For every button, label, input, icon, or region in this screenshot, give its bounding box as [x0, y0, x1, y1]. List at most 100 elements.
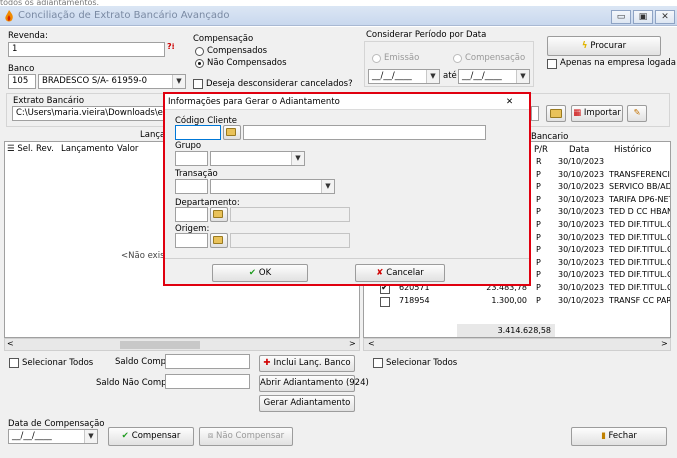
radio-emissao-label: Emissão	[384, 53, 420, 63]
radio-nao-compensados-label: Não Compensados	[207, 58, 287, 68]
desconsiderar-checkbox[interactable]	[193, 79, 203, 89]
row-data: 30/10/2023	[558, 169, 605, 179]
apenas-empresa-checkbox[interactable]	[547, 59, 557, 69]
codigo-cliente-lookup-button[interactable]	[223, 125, 241, 140]
row-data: 30/10/2023	[558, 219, 605, 229]
row-data: 30/10/2023	[558, 282, 605, 292]
folder-icon	[550, 109, 562, 118]
origem-code-input[interactable]	[175, 233, 208, 248]
saldo-nao-comp-input[interactable]	[165, 374, 250, 389]
row-data: 30/10/2023	[558, 232, 605, 242]
radio-compensacao-periodo-label: Compensação	[465, 53, 526, 63]
departamento-code-input[interactable]	[175, 207, 208, 222]
radio-nao-compensados[interactable]	[195, 59, 204, 68]
extrato-path-input[interactable]: C:\Users\maria.vieira\Downloads\ext_23	[12, 106, 167, 121]
grupo-code-input[interactable]	[175, 151, 208, 166]
importar-button[interactable]: ▦ Importar	[571, 105, 623, 122]
banco-select[interactable]: BRADESCO S/A- 61959-0 ▼	[38, 74, 186, 89]
row-data: 30/10/2023	[558, 194, 605, 204]
scroll-right-icon[interactable]: >	[661, 339, 668, 348]
scroll-right-icon[interactable]: >	[349, 339, 356, 348]
cliente-name-input[interactable]	[243, 125, 486, 140]
selecionar-todos-left-label: Selecionar Todos	[22, 358, 94, 368]
col-historico-header[interactable]: Histórico	[614, 145, 651, 155]
data-compensacao-value: __/__/____	[12, 431, 52, 441]
folder-icon	[226, 128, 236, 136]
col-pr-header[interactable]: P/R	[534, 145, 548, 155]
folder-icon	[213, 210, 223, 218]
revenda-label: Revenda:	[8, 31, 48, 41]
table-row[interactable]: 718954 1.300,00 P 30/10/2023 TRANSF CC PARA	[364, 295, 670, 308]
data-compensacao-input[interactable]: __/__/____ ▼	[8, 429, 98, 444]
transacao-select[interactable]: ▼	[210, 179, 335, 194]
row-data: 30/10/2023	[558, 257, 605, 267]
row-data: 30/10/2023	[558, 270, 605, 280]
selecionar-todos-right-label: Selecionar Todos	[386, 358, 458, 368]
periodo-from-input[interactable]: __/__/____ ▼	[368, 69, 440, 84]
dialog-cancel-button[interactable]: ✘ Cancelar	[355, 264, 445, 282]
incluir-lancamento-button[interactable]: ✚ Inclui Lanç. Banco	[259, 355, 355, 372]
fechar-label: Fechar	[608, 431, 637, 441]
banco-label: Banco	[8, 64, 35, 74]
scroll-left-icon[interactable]: <	[7, 339, 14, 348]
row-pr: P	[536, 295, 541, 305]
revenda-search-icon[interactable]: ?⁞	[167, 42, 182, 57]
nao-compensar-button[interactable]: ⧈ Não Compensar	[199, 427, 293, 446]
close-button[interactable]: ✕	[655, 10, 675, 24]
chevron-down-icon: ▼	[291, 152, 304, 165]
col-lancamento-header[interactable]: Lançamento	[61, 144, 114, 154]
dialog-close-icon[interactable]: ✕	[506, 94, 513, 110]
saldo-comp-input[interactable]	[165, 354, 250, 369]
calendar-dropdown-icon: ▼	[516, 70, 529, 83]
procurar-button[interactable]: ϟ Procurar	[547, 36, 661, 56]
origem-lookup-button[interactable]	[210, 233, 228, 248]
row-pr: P	[536, 219, 541, 229]
right-horizontal-scrollbar[interactable]: < >	[363, 338, 671, 351]
dialog-ok-label: OK	[258, 268, 272, 278]
dialog-ok-button[interactable]: ✔ OK	[212, 264, 308, 282]
minimize-button[interactable]: ▭	[611, 10, 631, 24]
fechar-button[interactable]: ▮ Fechar	[571, 427, 667, 446]
revenda-input[interactable]: 1	[8, 42, 165, 57]
dialog-divider	[165, 258, 529, 259]
radio-compensados[interactable]	[195, 47, 204, 56]
scroll-left-icon[interactable]: <	[368, 339, 375, 348]
calendar-dropdown-icon: ▼	[426, 70, 439, 83]
row-checkbox[interactable]	[380, 296, 390, 307]
transacao-code-input[interactable]	[175, 179, 208, 194]
grupo-select[interactable]: ▼	[210, 151, 305, 166]
row-data: 30/10/2023	[558, 245, 605, 255]
row-pr: P	[536, 270, 541, 280]
abrir-adiantamento-button[interactable]: Abrir Adiantamento (924)	[259, 375, 369, 392]
edit-button[interactable]: ✎	[627, 105, 647, 122]
window-title: Conciliação de Extrato Bancário Avançado	[18, 10, 230, 21]
grid-menu-icon: ☰	[7, 144, 18, 154]
row-historico: TED DIF.TITUL.C	[609, 219, 671, 229]
col-sel-label: Sel.	[17, 144, 34, 154]
periodo-to-input[interactable]: __/__/____ ▼	[458, 69, 530, 84]
banco-code-input[interactable]: 105	[8, 74, 36, 89]
col-data-header[interactable]: Data	[569, 145, 589, 155]
compensar-button[interactable]: ✔ Compensar	[108, 427, 194, 446]
gerar-adiantamento-button[interactable]: Gerar Adiantamento	[259, 395, 355, 412]
maximize-button[interactable]: ▣	[633, 10, 653, 24]
saldo-nao-comp-label: Saldo Não Comp.:	[96, 378, 173, 388]
selecionar-todos-right-checkbox[interactable]	[373, 358, 383, 368]
left-horizontal-scrollbar[interactable]: < >	[4, 338, 360, 351]
dialog-titlebar: Informações para Gerar o Adiantamento ✕	[165, 94, 529, 110]
selecionar-todos-left-checkbox[interactable]	[9, 358, 19, 368]
row-historico: TED DIF.TITUL.C	[609, 257, 671, 267]
col-rev-header[interactable]: Rev.	[36, 144, 54, 154]
radio-emissao[interactable]	[372, 54, 381, 63]
col-sel-header[interactable]: ☰ Sel.	[7, 144, 33, 154]
col-valor-header[interactable]: Valor	[117, 144, 138, 154]
scroll-thumb[interactable]	[120, 341, 200, 349]
row-pr: P	[536, 169, 541, 179]
origem-name-input	[230, 233, 350, 248]
row-pr: P	[536, 245, 541, 255]
departamento-lookup-button[interactable]	[210, 207, 228, 222]
incluir-lancamento-label: Inclui Lanç. Banco	[273, 358, 351, 368]
radio-compensacao-periodo[interactable]	[453, 54, 462, 63]
open-file-button[interactable]	[546, 105, 566, 122]
codigo-cliente-input[interactable]	[175, 125, 221, 140]
